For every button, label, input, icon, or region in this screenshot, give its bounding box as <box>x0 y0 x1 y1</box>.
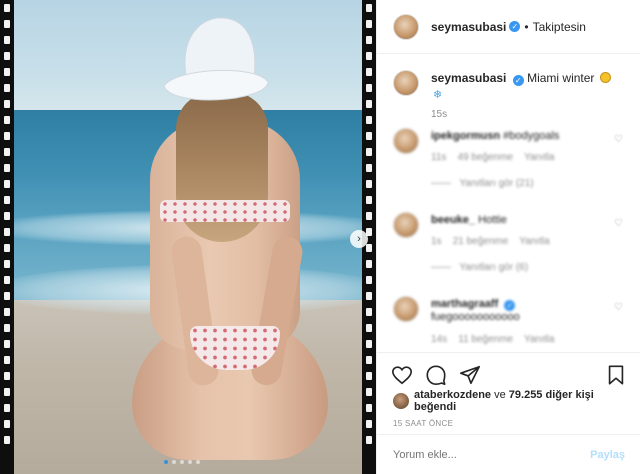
post-actions: ataberkozdene ve 79.255 diğer kişi beğen… <box>377 352 640 474</box>
post-time-ago: 15 SAAT ÖNCE <box>393 419 454 428</box>
comment-box: Paylaş <box>377 434 640 474</box>
caption-timestamp: 15s <box>431 109 448 120</box>
liker-avatar[interactable] <box>393 393 409 409</box>
carousel-dot <box>172 460 176 464</box>
bookmark-icon[interactable] <box>605 364 627 386</box>
comment-like-heart-icon[interactable]: ♡ <box>614 218 623 229</box>
caption-text: seymasubasi ✓ Miami winter ❄ <box>431 70 624 103</box>
comment-meta: 11s 49 beğenme Yanıtla <box>431 152 554 163</box>
comment-icon[interactable] <box>425 364 447 386</box>
commenter-username[interactable]: ipekgormusn <box>431 130 500 142</box>
comment-reply-button[interactable]: Yanıtla <box>519 236 549 247</box>
caption-author-avatar[interactable] <box>393 70 419 96</box>
author-username[interactable]: seymasubasi <box>431 20 506 34</box>
comment-body: Hottie <box>478 214 507 226</box>
liker-username[interactable]: ataberkozdene <box>414 389 491 401</box>
comment-time: 11s <box>431 152 447 163</box>
author-avatar[interactable] <box>393 13 419 40</box>
comment-like-heart-icon[interactable]: ♡ <box>614 302 623 313</box>
caption-username[interactable]: seymasubasi <box>431 71 506 85</box>
caption-body: Miami winter <box>527 71 595 85</box>
comment-text: beeuke_ Hottie <box>431 214 507 226</box>
comment-text: ipekgormusn #bodygoals <box>431 130 559 142</box>
action-icons-row <box>377 353 640 387</box>
film-strip-left <box>0 0 14 474</box>
caption: seymasubasi ✓ Miami winter ❄ <box>377 54 640 103</box>
comment-body: #bodygoals <box>503 130 560 142</box>
heart-icon[interactable] <box>391 364 413 386</box>
comment-body: fuegooooooooooo <box>431 311 520 323</box>
likes-count[interactable]: 79.255 <box>509 389 543 401</box>
post-photo[interactable]: › <box>0 0 376 474</box>
comment-meta: 14s 11 beğenme Yanıtla <box>431 334 554 345</box>
view-replies-button[interactable]: —— Yanıtları gör (21) <box>431 178 534 189</box>
commenter-username[interactable]: beeuke_ <box>431 214 475 226</box>
comment-like-heart-icon[interactable]: ♡ <box>614 134 623 145</box>
carousel-dot <box>180 460 184 464</box>
carousel-dot <box>188 460 192 464</box>
post-side-panel: seymasubasi ✓ • Takiptesin seymasubasi ✓… <box>376 0 640 474</box>
commenter-verified-badge-icon: ✓ <box>504 300 516 311</box>
commenter-avatar[interactable] <box>393 296 419 322</box>
commenter-username[interactable]: marthagraaff <box>431 298 498 310</box>
carousel-next-button[interactable]: › <box>350 230 368 248</box>
film-holes-right <box>366 4 372 444</box>
commenter-avatar[interactable] <box>393 212 419 238</box>
photo-bucket-hat <box>163 17 269 101</box>
comment-input[interactable] <box>393 448 591 461</box>
commenter-avatar[interactable] <box>393 128 419 154</box>
comment-text: marthagraaff ✓ fuegooooooooooo <box>431 298 520 323</box>
view-replies-button[interactable]: —— Yanıtları gör (6) <box>431 262 528 273</box>
share-icon[interactable] <box>459 364 481 386</box>
view-replies-label: Yanıtları gör (21) <box>459 178 534 189</box>
chevron-right-icon: › <box>357 233 361 245</box>
sun-icon <box>599 72 611 83</box>
comment-time: 14s <box>431 334 448 345</box>
carousel-dot <box>196 460 200 464</box>
likes-joiner: ve <box>494 389 506 401</box>
comment-likes[interactable]: 11 beğenme <box>458 334 513 345</box>
comment-meta: 1s 21 beğenme Yanıtla <box>431 236 550 247</box>
carousel-indicator <box>164 460 200 464</box>
caption-verified-badge-icon: ✓ <box>512 75 524 86</box>
header-dot-separator: • <box>524 19 529 34</box>
carousel-dot <box>164 460 168 464</box>
film-holes-left <box>4 4 10 444</box>
post-header: seymasubasi ✓ • Takiptesin <box>377 0 640 54</box>
comment-time: 1s <box>431 236 442 247</box>
photo-bikini-top <box>160 200 290 222</box>
comment-likes[interactable]: 49 beğenme <box>458 152 514 163</box>
comment-reply-button[interactable]: Yanıtla <box>524 334 554 345</box>
comment-reply-button[interactable]: Yanıtla <box>524 152 554 163</box>
snowflake-icon: ❄ <box>433 89 443 101</box>
verified-badge-icon: ✓ <box>509 21 521 32</box>
post-comment-button[interactable]: Paylaş <box>590 449 625 461</box>
likes-summary: ataberkozdene ve 79.255 diğer kişi beğen… <box>377 387 640 413</box>
comment-likes[interactable]: 21 beğenme <box>453 236 509 247</box>
view-replies-label: Yanıtları gör (6) <box>459 262 529 273</box>
follow-status-button[interactable]: Takiptesin <box>533 20 586 34</box>
